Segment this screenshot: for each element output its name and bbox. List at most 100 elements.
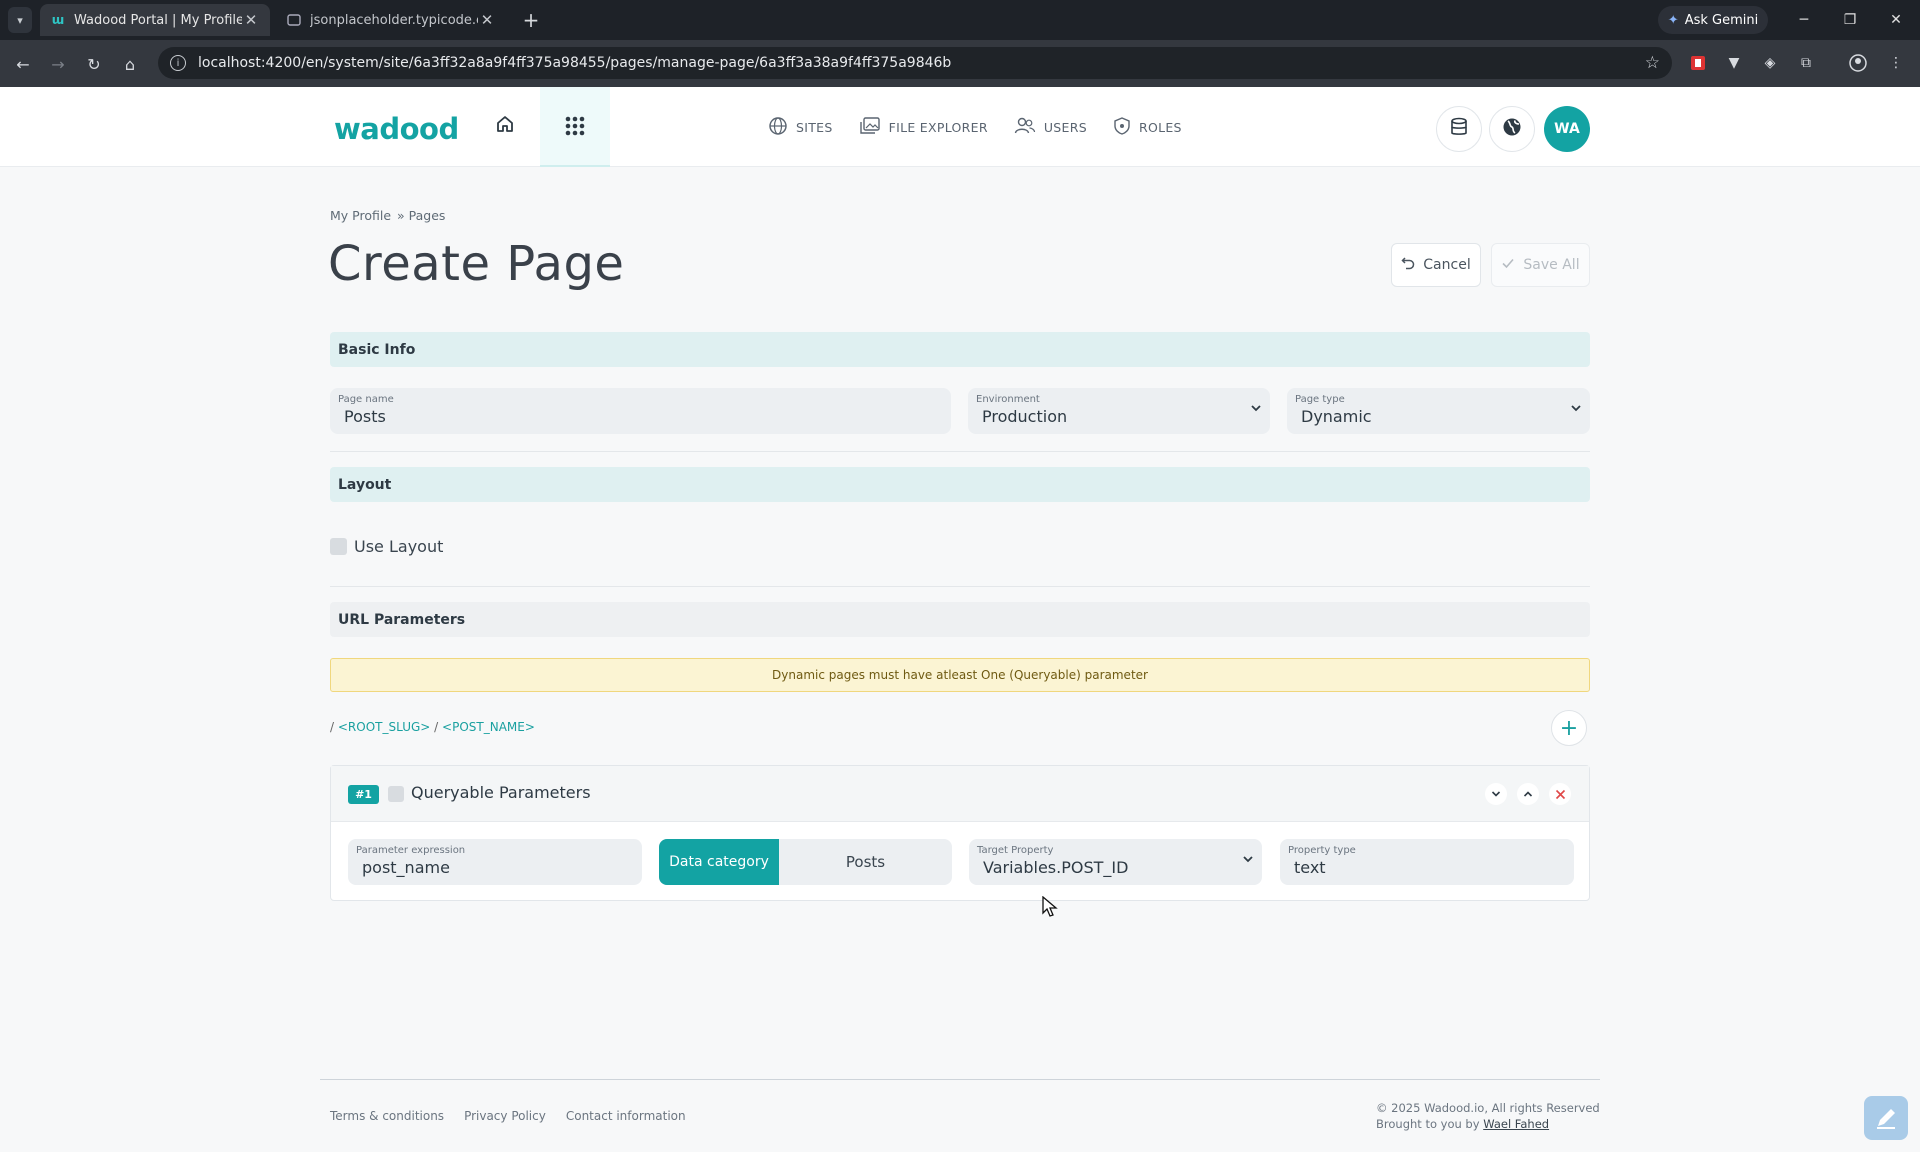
apps-grid-icon[interactable] xyxy=(540,87,610,167)
cancel-label: Cancel xyxy=(1423,257,1471,273)
target-property-label: Target Property xyxy=(977,845,1054,856)
target-property-value: Variables.POST_ID xyxy=(983,858,1129,877)
queryable-checkbox[interactable] xyxy=(388,786,404,802)
slug-post-token[interactable]: <POST_NAME> xyxy=(442,720,535,734)
url-slug-preview: / <ROOT_SLUG> / <POST_NAME> xyxy=(330,720,535,734)
gemini-label: Ask Gemini xyxy=(1684,12,1759,28)
mouse-cursor-icon xyxy=(1042,895,1058,922)
users-icon xyxy=(1014,116,1036,139)
chevron-down-icon xyxy=(1242,853,1254,869)
environment-label: Environment xyxy=(976,394,1040,405)
divider xyxy=(330,451,1590,452)
use-layout-label[interactable]: Use Layout xyxy=(354,537,443,556)
parameter-expression-input[interactable]: post_name xyxy=(356,858,634,877)
nav-sites-label: SITES xyxy=(796,119,833,135)
nav-roles-label: ROLES xyxy=(1138,119,1182,135)
cancel-button[interactable]: Cancel xyxy=(1391,243,1481,287)
remove-parameter-close-icon[interactable] xyxy=(1549,783,1571,805)
breadcrumb-my-profile[interactable]: My Profile xyxy=(330,208,391,223)
new-tab-icon[interactable]: + xyxy=(518,7,544,33)
page-name-field[interactable]: Page name Posts xyxy=(330,388,951,434)
environment-value: Production xyxy=(982,407,1068,426)
images-icon xyxy=(859,116,881,139)
save-all-label: Save All xyxy=(1523,257,1580,273)
user-avatar[interactable]: WA xyxy=(1544,106,1590,152)
reload-icon[interactable]: ↻ xyxy=(81,51,107,77)
section-layout: Layout xyxy=(330,467,1590,502)
save-all-button[interactable]: Save All xyxy=(1491,243,1590,287)
nav-file-explorer-label: FILE EXPLORER xyxy=(888,119,988,135)
tab-title: Wadood Portal | My Profile - Cr xyxy=(74,12,242,28)
url-text[interactable]: localhost:4200/en/system/site/6a3ff32a8a… xyxy=(198,55,951,71)
privacy-link[interactable]: Privacy Policy xyxy=(464,1109,546,1123)
extension-eraser-icon[interactable]: ◈ xyxy=(1760,53,1780,73)
author-link[interactable]: Wael Fahed xyxy=(1483,1117,1549,1131)
parameter-expression-field[interactable]: Parameter expression post_name xyxy=(348,839,642,885)
extension-red-icon[interactable] xyxy=(1688,53,1708,73)
database-button[interactable] xyxy=(1436,106,1482,152)
earth-icon xyxy=(1502,117,1522,141)
posts-option[interactable]: Posts xyxy=(779,839,952,885)
minimize-icon[interactable]: ─ xyxy=(1790,8,1818,32)
target-property-select[interactable]: Target Property Variables.POST_ID xyxy=(969,839,1262,885)
nav-users[interactable]: USERS xyxy=(1014,116,1087,139)
tab-title: jsonplaceholder.typicode.com/p xyxy=(310,12,478,28)
browser-menu-icon[interactable]: ⋮ xyxy=(1886,53,1906,73)
environment-select[interactable]: Environment Production xyxy=(968,388,1270,434)
property-type-field[interactable]: Property type text xyxy=(1280,839,1574,885)
wadood-favicon: ɯ xyxy=(51,13,65,27)
breadcrumb-pages[interactable]: » Pages xyxy=(397,208,445,223)
back-arrow-icon[interactable]: ← xyxy=(10,51,36,77)
property-type-label: Property type xyxy=(1288,845,1356,856)
use-layout-checkbox[interactable] xyxy=(330,538,347,555)
plus-icon: + xyxy=(1559,715,1579,741)
extension-v-icon[interactable]: ▼ xyxy=(1724,53,1744,73)
close-window-icon[interactable]: ✕ xyxy=(1882,8,1910,32)
page-favicon xyxy=(286,12,302,28)
address-bar[interactable]: i localhost:4200/en/system/site/6a3ff32a… xyxy=(158,47,1672,79)
home-icon[interactable] xyxy=(490,109,520,139)
main-nav: SITES FILE EXPLORER USERS ROLES xyxy=(768,87,1182,167)
terms-link[interactable]: Terms & conditions xyxy=(330,1109,444,1123)
tab-wadood-portal[interactable]: ɯ Wadood Portal | My Profile - Cr ✕ xyxy=(40,4,270,36)
site-info-icon[interactable]: i xyxy=(170,55,186,71)
section-basic-info: Basic Info xyxy=(330,332,1590,367)
check-icon xyxy=(1501,256,1515,274)
home-icon[interactable]: ⌂ xyxy=(117,51,143,77)
nav-roles[interactable]: ROLES xyxy=(1113,116,1182,139)
nav-file-explorer[interactable]: FILE EXPLORER xyxy=(859,116,988,139)
slug-root-token[interactable]: <ROOT_SLUG> xyxy=(338,720,430,734)
globe-icon xyxy=(768,116,788,139)
collapse-chevron-down-icon[interactable] xyxy=(1485,783,1507,805)
restore-icon[interactable]: ❐ xyxy=(1836,8,1864,32)
close-tab-icon[interactable]: ✕ xyxy=(478,11,496,29)
parameter-title: Queryable Parameters xyxy=(411,783,591,802)
tab-jsonplaceholder[interactable]: jsonplaceholder.typicode.com/p ✕ xyxy=(276,4,506,36)
close-tab-icon[interactable]: ✕ xyxy=(242,11,260,29)
language-button[interactable] xyxy=(1489,106,1535,152)
section-url-parameters: URL Parameters xyxy=(330,602,1590,637)
feedback-pencil-icon[interactable] xyxy=(1864,1096,1908,1140)
forward-arrow-icon[interactable]: → xyxy=(45,51,71,77)
page-type-select[interactable]: Page type Dynamic xyxy=(1287,388,1590,434)
add-parameter-button[interactable]: + xyxy=(1551,710,1587,746)
extensions-puzzle-icon[interactable]: ⧉ xyxy=(1796,53,1816,73)
contact-link[interactable]: Contact information xyxy=(566,1109,686,1123)
data-category-option[interactable]: Data category xyxy=(659,839,779,885)
ask-gemini-button[interactable]: ✦ Ask Gemini xyxy=(1658,6,1768,34)
bookmark-star-icon[interactable]: ☆ xyxy=(1645,53,1660,73)
warning-alert: Dynamic pages must have atleast One (Que… xyxy=(330,658,1590,692)
move-up-chevron-icon[interactable] xyxy=(1517,783,1539,805)
wadood-logo[interactable]: wadood xyxy=(334,112,459,146)
property-type-value[interactable]: text xyxy=(1288,858,1566,877)
nav-sites[interactable]: SITES xyxy=(768,116,833,139)
chevron-down-icon xyxy=(1570,402,1582,418)
gemini-sparkle-icon: ✦ xyxy=(1667,12,1679,28)
profile-icon[interactable] xyxy=(1848,53,1868,73)
slug-separator: / xyxy=(434,720,439,734)
undo-icon xyxy=(1401,256,1415,274)
tab-search-dropdown[interactable]: ▾ xyxy=(8,7,32,33)
shield-icon xyxy=(1113,116,1131,139)
breadcrumb: My Profile » Pages xyxy=(330,208,451,223)
page-name-input[interactable]: Posts xyxy=(338,407,943,426)
